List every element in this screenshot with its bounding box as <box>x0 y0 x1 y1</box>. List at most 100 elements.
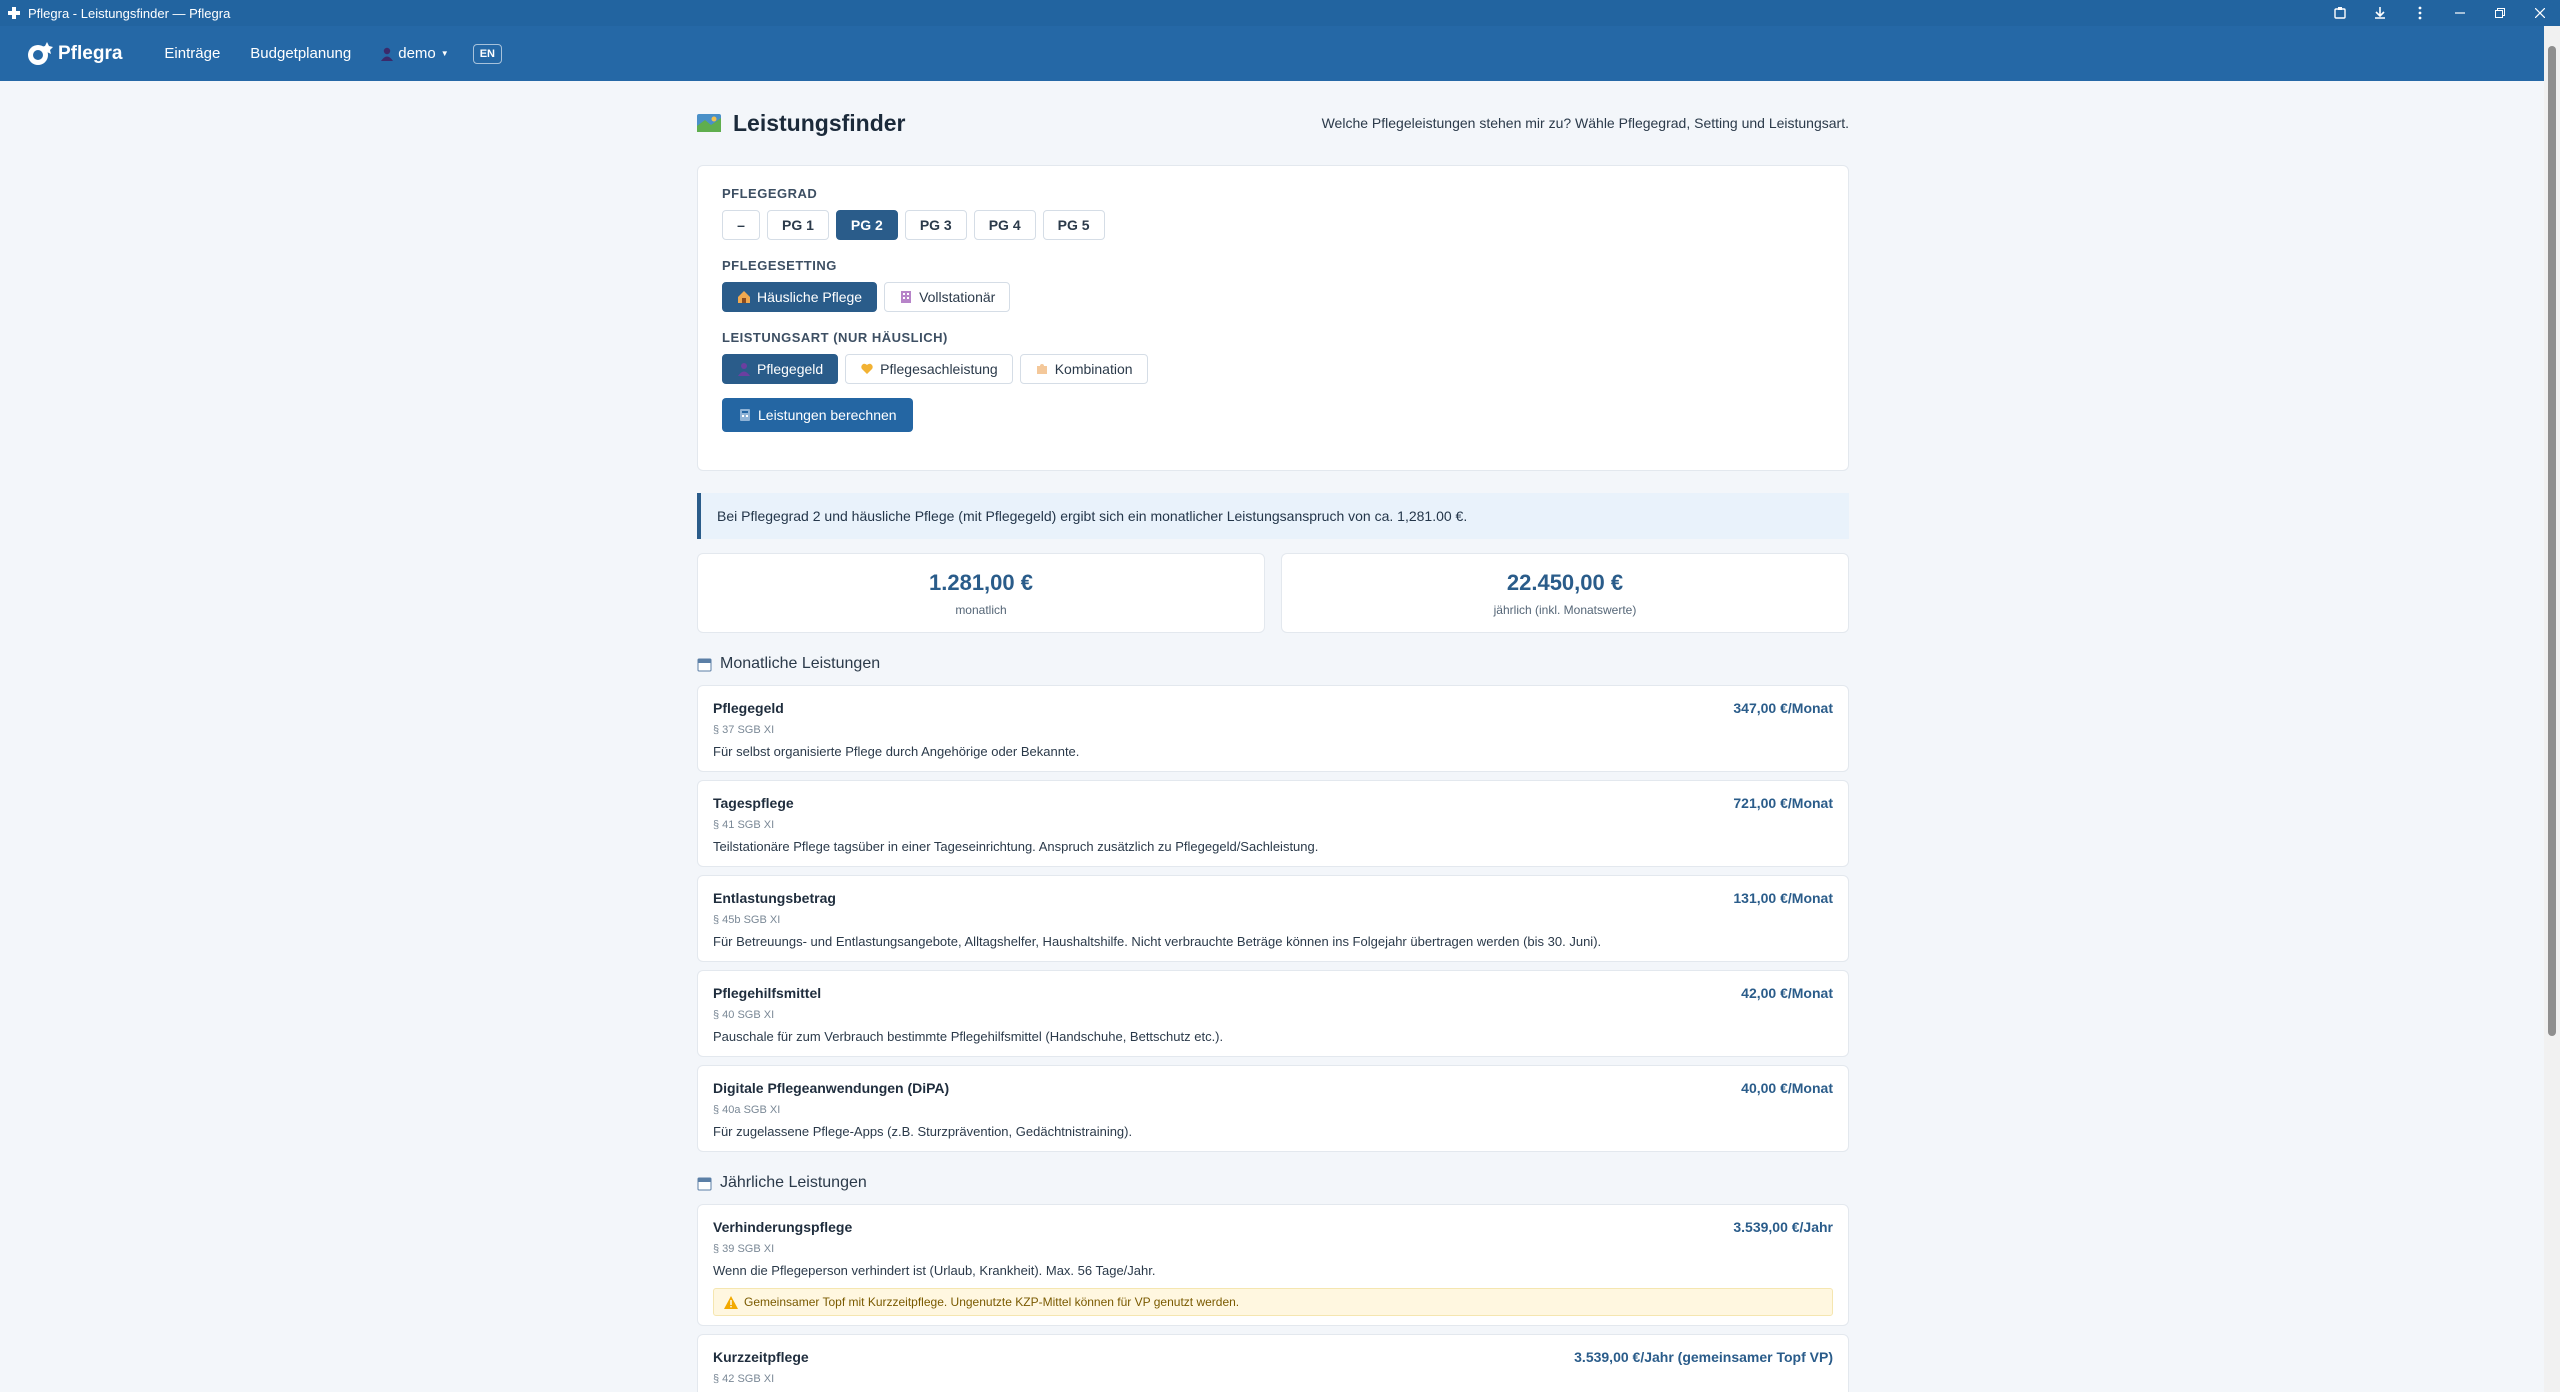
setting-option-vollstationaer[interactable]: Vollstationär <box>884 282 1011 312</box>
monthly-total-card: 1.281,00 € monatlich <box>697 553 1265 633</box>
item-law: § 40 SGB XI <box>713 1009 775 1021</box>
item-title: Pflegegeld <box>713 700 784 716</box>
list-item: Digitale Pflegeanwendungen (DiPA) 40,00 … <box>697 1065 1849 1152</box>
yearly-total-value: 22.450,00 € <box>1506 569 1624 595</box>
calendar-icon <box>697 658 712 671</box>
pflegegrad-option-none[interactable]: – <box>722 210 760 240</box>
yearly-total-card: 22.450,00 € jährlich (inkl. Monatswerte) <box>1281 553 1849 633</box>
more-menu-icon[interactable] <box>2400 0 2440 26</box>
monthly-total-value: 1.281,00 € <box>929 569 1033 595</box>
yearly-section-title: Jährliche Leistungen <box>720 1174 867 1191</box>
language-toggle[interactable]: EN <box>472 43 502 64</box>
leistungsart-label: LEISTUNGSART (NUR HÄUSLICH) <box>722 330 948 345</box>
house-icon <box>738 291 750 303</box>
main-content: Leistungsfinder Welche Pflegeleistungen … <box>697 81 1849 1392</box>
window-title: Pflegra - Leistungsfinder — Pflegra <box>28 5 231 21</box>
building-icon <box>901 291 912 303</box>
pflegegrad-option-pg2[interactable]: PG 2 <box>835 210 898 240</box>
setting-options: Häusliche Pflege Vollstationär <box>722 282 1824 312</box>
item-title: Pflegehilfsmittel <box>713 985 822 1001</box>
scrollbar-thumb[interactable] <box>2548 46 2556 1036</box>
nav-link-budgetplanung[interactable]: Budgetplanung <box>250 45 351 62</box>
window-titlebar: Pflegra - Leistungsfinder — Pflegra <box>0 0 2560 26</box>
app-icon <box>7 6 21 20</box>
app-navbar: Pflegra Einträge Budgetplanung demo ▼ EN <box>0 26 2544 81</box>
item-law: § 41 SGB XI <box>713 819 775 831</box>
page-title-group: Leistungsfinder <box>697 110 906 137</box>
warning-icon <box>724 1295 738 1309</box>
leistungsart-options: Pflegegeld Pflegesachleistung Kombinatio… <box>722 354 1824 384</box>
setting-label: PFLEGESETTING <box>722 258 837 273</box>
item-amount: 721,00 €/Monat <box>1733 795 1833 811</box>
page-header: Leistungsfinder Welche Pflegeleistungen … <box>697 81 1849 165</box>
user-menu[interactable]: demo ▼ <box>381 45 449 62</box>
heart-hands-icon <box>861 363 873 374</box>
pflegegrad-option-pg5[interactable]: PG 5 <box>1042 210 1105 240</box>
leistungsart-option-pflegegeld-label: Pflegegeld <box>757 361 824 377</box>
person-icon <box>738 363 750 376</box>
item-law: § 37 SGB XI <box>713 724 775 736</box>
setting-option-vollstationaer-label: Vollstationär <box>919 289 996 305</box>
leistungsart-option-kombination[interactable]: Kombination <box>1019 354 1148 384</box>
warning-text: Gemeinsamer Topf mit Kurzzeitpflege. Ung… <box>744 1295 1240 1309</box>
window-controls <box>2320 0 2560 26</box>
result-info: Bei Pflegegrad 2 und häusliche Pflege (m… <box>697 493 1849 539</box>
item-description: Teilstationäre Pflege tagsüber in einer … <box>713 839 1319 854</box>
monthly-total-label: monatlich <box>955 602 1007 617</box>
list-item: Tagespflege 721,00 €/Monat § 41 SGB XI T… <box>697 780 1849 867</box>
setting-option-haeuslich-label: Häusliche Pflege <box>757 289 863 305</box>
item-amount: 3.539,00 €/Jahr (gemeinsamer Topf VP) <box>1574 1349 1833 1365</box>
calculator-icon <box>740 409 750 421</box>
item-law: § 42 SGB XI <box>713 1373 775 1385</box>
list-item: Verhinderungspflege 3.539,00 €/Jahr § 39… <box>697 1204 1849 1326</box>
puzzle-icon <box>1036 364 1047 374</box>
monthly-section-title: Monatliche Leistungen <box>720 655 881 672</box>
list-item: Pflegehilfsmittel 42,00 €/Monat § 40 SGB… <box>697 970 1849 1057</box>
item-title: Digitale Pflegeanwendungen (DiPA) <box>713 1080 950 1096</box>
filter-form: PFLEGEGRAD – PG 1 PG 2 PG 3 PG 4 PG 5 PF… <box>697 165 1849 471</box>
list-item: Kurzzeitpflege 3.539,00 €/Jahr (gemeinsa… <box>697 1334 1849 1392</box>
page-subtitle: Welche Pflegeleistungen stehen mir zu? W… <box>1321 115 1849 131</box>
minimize-icon[interactable] <box>2440 0 2480 26</box>
pflegegrad-options: – PG 1 PG 2 PG 3 PG 4 PG 5 <box>722 210 1824 240</box>
item-description: Für zugelassene Pflege-Apps (z.B. Sturzp… <box>713 1124 1133 1139</box>
item-title: Verhinderungspflege <box>713 1219 853 1235</box>
pflegegrad-option-pg3[interactable]: PG 3 <box>904 210 967 240</box>
item-title: Tagespflege <box>713 795 794 811</box>
calculate-button-label: Leistungen berechnen <box>758 407 897 423</box>
yearly-section-heading: Jährliche Leistungen <box>697 1174 1849 1192</box>
setting-option-haeuslich[interactable]: Häusliche Pflege <box>722 282 878 312</box>
monthly-section-heading: Monatliche Leistungen <box>697 655 1849 673</box>
monthly-list: Pflegegeld 347,00 €/Monat § 37 SGB XI Fü… <box>697 685 1849 1152</box>
leistungsart-option-sachleistung-label: Pflegesachleistung <box>880 361 998 377</box>
item-description: Pauschale für zum Verbrauch bestimmte Pf… <box>713 1029 1224 1044</box>
item-description: Wenn die Pflegeperson verhindert ist (Ur… <box>713 1263 1156 1278</box>
pflegegrad-option-pg4[interactable]: PG 4 <box>973 210 1036 240</box>
leistungsart-option-sachleistung[interactable]: Pflegesachleistung <box>845 354 1013 384</box>
yearly-list: Verhinderungspflege 3.539,00 €/Jahr § 39… <box>697 1204 1849 1392</box>
leistungsart-option-pflegegeld[interactable]: Pflegegeld <box>722 354 839 384</box>
calculate-button[interactable]: Leistungen berechnen <box>722 398 913 432</box>
calendar-icon <box>697 1177 712 1190</box>
brand-name: Pflegra <box>58 42 123 64</box>
extensions-icon[interactable] <box>2320 0 2360 26</box>
user-name: demo <box>398 45 436 62</box>
close-icon[interactable] <box>2520 0 2560 26</box>
item-description: Für Betreuungs- und Entlastungsangebote,… <box>713 934 1602 949</box>
item-description: Für selbst organisierte Pflege durch Ang… <box>713 744 1080 759</box>
item-amount: 131,00 €/Monat <box>1733 890 1833 906</box>
list-item: Entlastungsbetrag 131,00 €/Monat § 45b S… <box>697 875 1849 962</box>
brand-logo-icon <box>28 41 53 65</box>
item-law: § 45b SGB XI <box>713 914 781 926</box>
item-amount: 40,00 €/Monat <box>1741 1080 1833 1096</box>
chevron-down-icon: ▼ <box>440 49 449 58</box>
page-scrollbar[interactable] <box>2544 26 2560 1392</box>
nav-link-eintraege[interactable]: Einträge <box>164 45 220 62</box>
brand-link[interactable]: Pflegra <box>25 39 122 69</box>
pflegegrad-label: PFLEGEGRAD <box>722 186 818 201</box>
item-law: § 39 SGB XI <box>713 1243 775 1255</box>
restore-icon[interactable] <box>2480 0 2520 26</box>
leistungsart-option-kombination-label: Kombination <box>1054 361 1133 377</box>
pflegegrad-option-pg1[interactable]: PG 1 <box>767 210 829 240</box>
download-icon[interactable] <box>2360 0 2400 26</box>
